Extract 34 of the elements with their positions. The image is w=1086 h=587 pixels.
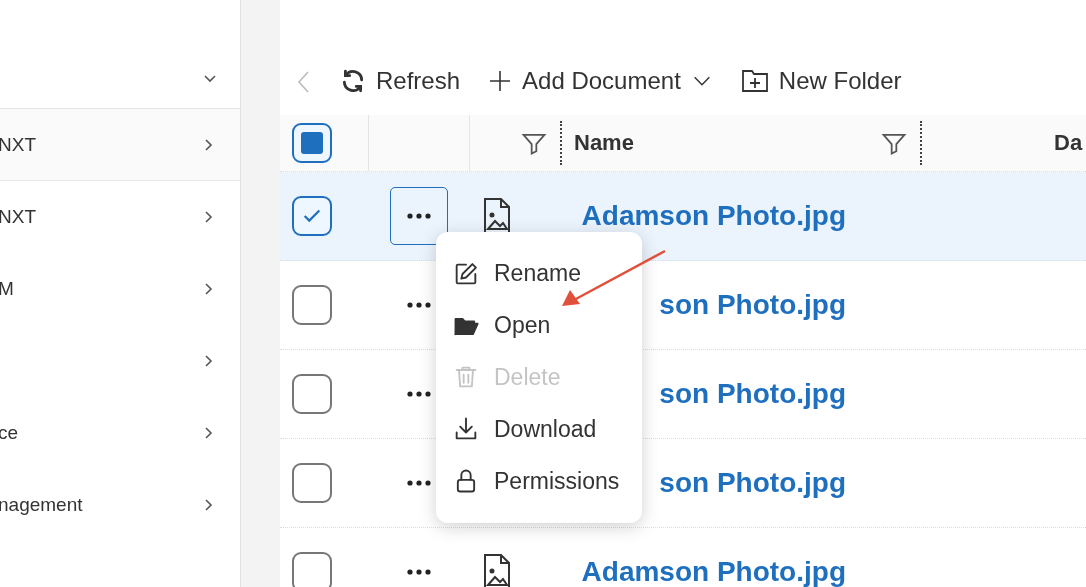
- file-name-link[interactable]: Adamson Photo.jpg: [581, 200, 846, 232]
- plus-icon: [488, 69, 513, 93]
- select-all-checkbox[interactable]: [292, 123, 332, 163]
- ellipsis-icon: [407, 569, 431, 575]
- indeterminate-icon: [301, 132, 323, 154]
- column-header[interactable]: Name: [574, 130, 634, 156]
- file-name-link[interactable]: Adamson Photo.jpg: [581, 556, 846, 587]
- ellipsis-icon: [407, 391, 431, 397]
- sidebar-item-label: M: [0, 277, 14, 300]
- new-folder-button[interactable]: New Folder: [740, 67, 902, 95]
- ellipsis-icon: [407, 213, 431, 219]
- menu-item[interactable]: Permissions: [436, 467, 642, 496]
- file-name-link[interactable]: son Photo.jpg: [659, 467, 846, 499]
- menu-item[interactable]: Rename: [436, 259, 642, 288]
- row-checkbox[interactable]: [292, 196, 332, 236]
- refresh-button[interactable]: Refresh: [340, 67, 461, 95]
- table-row[interactable]: Adamson Photo.jpg: [280, 172, 1086, 261]
- sidebar-item-label: NXT: [0, 205, 36, 228]
- sidebar-item-label: nagement: [0, 493, 83, 516]
- sidebar-item[interactable]: NXT: [0, 109, 240, 181]
- folder-plus-icon: [740, 68, 769, 94]
- row-checkbox[interactable]: [292, 374, 332, 414]
- add-document-button[interactable]: Add Document: [488, 67, 713, 95]
- menu-item[interactable]: Open: [436, 311, 642, 340]
- ellipsis-icon: [407, 302, 431, 308]
- refresh-icon: [340, 68, 366, 94]
- sidebar-item-label: NXT: [0, 133, 36, 156]
- row-checkbox[interactable]: [292, 552, 332, 587]
- column-header[interactable]: Da: [1054, 130, 1083, 156]
- row-checkbox[interactable]: [292, 285, 332, 325]
- file-name-link[interactable]: son Photo.jpg: [659, 289, 846, 321]
- row-checkbox[interactable]: [292, 463, 332, 503]
- ellipsis-icon: [407, 480, 431, 486]
- file-name-link[interactable]: son Photo.jpg: [659, 378, 846, 410]
